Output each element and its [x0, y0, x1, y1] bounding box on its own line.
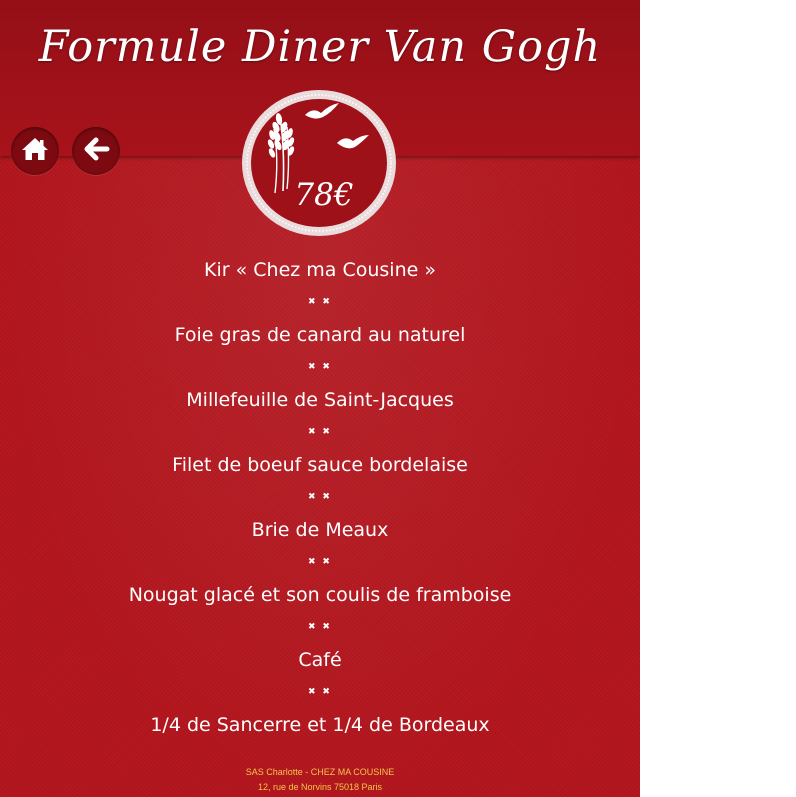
- menu-list: Kir « Chez ma Cousine » ✖ ✖ Foie gras de…: [0, 254, 640, 741]
- separator: ✖ ✖: [308, 557, 332, 567]
- menu-item: Kir « Chez ma Cousine »: [204, 259, 436, 281]
- menu-item: 1/4 de Sancerre et 1/4 de Bordeaux: [150, 714, 490, 736]
- menu-item: Millefeuille de Saint-Jacques: [186, 389, 454, 411]
- arrow-left-icon: [82, 136, 110, 166]
- footer-company: SAS Charlotte - CHEZ MA COUSINE: [245, 767, 395, 777]
- separator: ✖ ✖: [308, 492, 332, 502]
- footer: SAS Charlotte - CHEZ MA COUSINE 12, rue …: [0, 765, 640, 795]
- separator: ✖ ✖: [308, 687, 332, 697]
- footer-address: 12, rue de Norvins 75018 Paris: [257, 782, 383, 792]
- home-button[interactable]: [11, 127, 59, 175]
- home-icon: [21, 136, 49, 166]
- back-button[interactable]: [72, 127, 120, 175]
- menu-page: Formule Diner Van Gogh 78€ Kir « Chez ma…: [0, 0, 640, 797]
- menu-item: Filet de boeuf sauce bordelaise: [172, 454, 468, 476]
- price-label: 78€: [294, 177, 354, 213]
- page-title: Formule Diner Van Gogh: [38, 22, 602, 72]
- separator: ✖ ✖: [308, 297, 332, 307]
- menu-item: Nougat glacé et son coulis de framboise: [128, 584, 512, 606]
- separator: ✖ ✖: [308, 362, 332, 372]
- menu-item: Foie gras de canard au naturel: [174, 324, 466, 346]
- menu-item: Brie de Meaux: [251, 519, 389, 541]
- menu-item: Café: [298, 649, 342, 671]
- separator: ✖ ✖: [308, 622, 332, 632]
- separator: ✖ ✖: [308, 427, 332, 437]
